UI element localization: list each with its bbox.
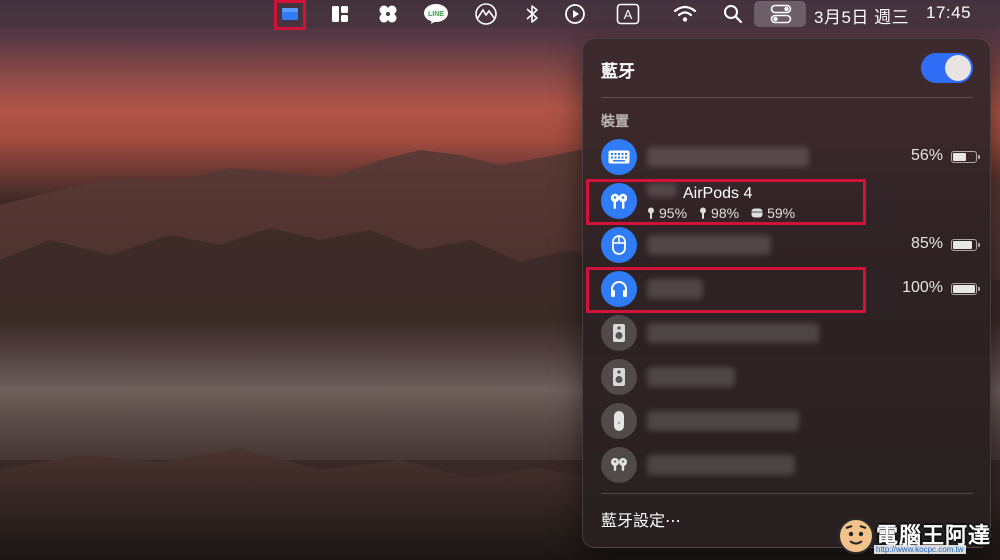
device-row-speaker-2[interactable] xyxy=(599,357,979,397)
mountain-app-icon[interactable] xyxy=(471,2,501,26)
device-name-redacted xyxy=(647,411,799,431)
svg-text:LINE: LINE xyxy=(428,11,444,18)
watermark-url: http://www.kocpc.com.tw xyxy=(874,545,966,554)
menu-bar: LINE A 3月5日 週三 17:45 xyxy=(0,0,1000,30)
menubar-highlight-box xyxy=(274,0,306,30)
device-name-redacted xyxy=(647,323,819,343)
divider xyxy=(601,493,973,494)
device-row-mouse[interactable]: 85% xyxy=(599,225,980,265)
device-name-redacted xyxy=(647,235,771,255)
highlight-box-airpods xyxy=(586,179,866,225)
control-center-icon[interactable] xyxy=(766,2,796,26)
section-label-devices: 裝置 xyxy=(601,113,629,129)
device-row-keyboard[interactable]: 56% xyxy=(599,137,980,177)
bluetooth-icon[interactable] xyxy=(517,2,547,26)
fan-icon[interactable] xyxy=(373,2,403,26)
svg-text:A: A xyxy=(624,7,633,22)
speaker-icon xyxy=(601,315,637,351)
search-icon[interactable] xyxy=(718,2,748,26)
bluetooth-settings-link[interactable]: 藍牙設定⋯ xyxy=(601,507,681,531)
battery-icon xyxy=(951,283,980,295)
battery-percent: 85% xyxy=(910,235,943,252)
play-icon[interactable] xyxy=(560,2,590,26)
mascot-logo xyxy=(838,518,874,554)
highlight-box-headphones xyxy=(586,267,866,313)
battery-level xyxy=(953,241,973,249)
device-row-speaker[interactable] xyxy=(599,313,979,353)
speaker-icon xyxy=(601,359,637,395)
toggle-knob xyxy=(945,55,971,81)
wifi-icon[interactable] xyxy=(670,2,700,26)
magic-mouse-icon xyxy=(601,403,637,439)
site-watermark: 電腦王阿達 http://www.kocpc.com.tw xyxy=(838,518,998,558)
battery-level xyxy=(953,153,967,161)
panel-title: 藍牙 xyxy=(601,62,635,81)
divider xyxy=(601,97,973,98)
line-app-icon[interactable]: LINE xyxy=(421,2,451,26)
device-row-airpods-pro[interactable] xyxy=(599,445,979,485)
device-name-redacted xyxy=(647,367,735,387)
bluetooth-toggle[interactable] xyxy=(921,53,973,83)
device-name-redacted xyxy=(647,147,809,167)
input-source-icon[interactable]: A xyxy=(613,2,643,26)
battery-icon xyxy=(951,151,980,163)
mouse-icon xyxy=(601,227,637,263)
device-name-redacted xyxy=(647,455,795,475)
menubar-time[interactable]: 17:45 xyxy=(926,3,971,23)
keyboard-icon xyxy=(601,139,637,175)
airpods-pro-icon xyxy=(601,447,637,483)
battery-percent: 100% xyxy=(902,279,943,296)
device-row-magic-mouse[interactable] xyxy=(599,401,979,441)
bluetooth-panel: 藍牙 裝置 56% AirPods 4 95% 98% 59% 85% 100%… xyxy=(582,38,991,548)
battery-icon xyxy=(951,239,980,251)
battery-level xyxy=(953,285,976,293)
menubar-date[interactable]: 3月5日 週三 xyxy=(814,3,909,28)
battery-percent: 56% xyxy=(910,147,943,164)
split-view-icon[interactable] xyxy=(325,2,355,26)
